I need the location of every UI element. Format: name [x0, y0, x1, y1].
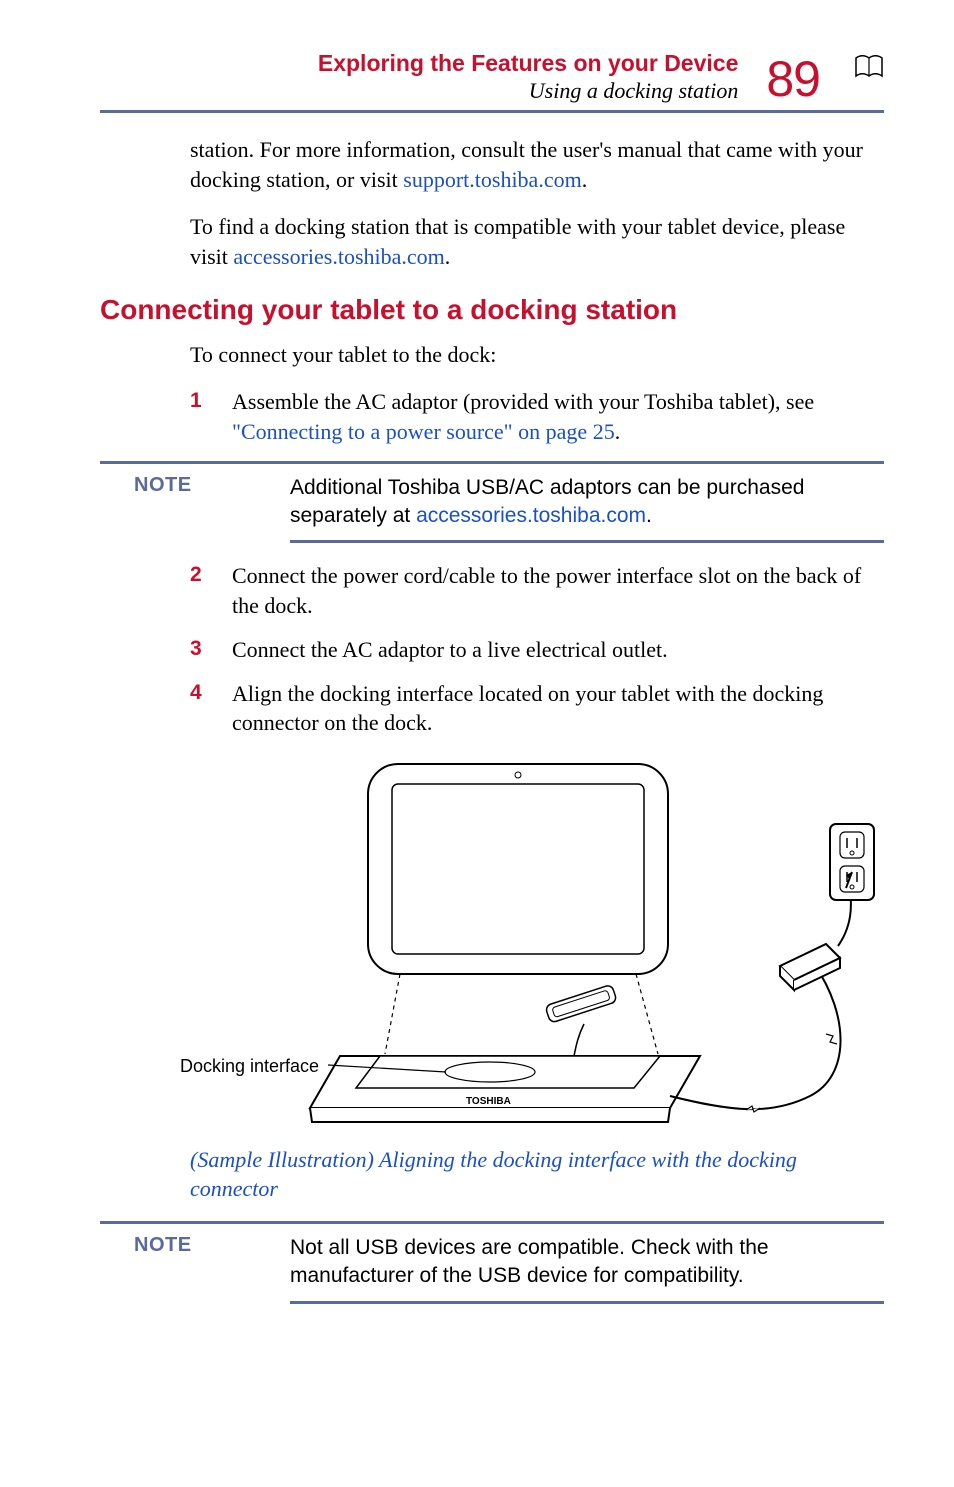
para-continuation: station. For more information, consult t…: [190, 135, 884, 194]
docking-illustration: TOSHIBA: [190, 756, 884, 1136]
text-run: .: [646, 504, 652, 527]
step-number: 3: [190, 635, 232, 665]
text-run: .: [582, 167, 588, 192]
step-number: 2: [190, 561, 232, 620]
note-rule-top: [100, 461, 884, 464]
section-title: Using a docking station: [318, 78, 739, 104]
heading-connecting-tablet: Connecting your tablet to a docking stat…: [100, 294, 884, 326]
step-text: Align the docking interface located on y…: [232, 679, 884, 738]
link-accessories-toshiba[interactable]: accessories.toshiba.com: [233, 244, 444, 269]
note-text: Additional Toshiba USB/AC adaptors can b…: [290, 474, 884, 531]
callout-docking-interface: Docking interface: [180, 1056, 319, 1077]
text-run: Assemble the AC adaptor (provided with y…: [232, 389, 814, 414]
text-run: .: [445, 244, 451, 269]
chapter-title: Exploring the Features on your Device: [318, 50, 739, 78]
step-1: 1 Assemble the AC adaptor (provided with…: [190, 387, 884, 446]
figure-docking: Docking interface TOSHIBA: [190, 756, 884, 1136]
figure-caption: (Sample Illustration) Aligning the docki…: [190, 1146, 884, 1203]
link-accessories-toshiba-note[interactable]: accessories.toshiba.com: [416, 504, 646, 527]
step-2: 2 Connect the power cord/cable to the po…: [190, 561, 884, 620]
note-label: NOTE: [100, 1234, 290, 1257]
note-rule-top: [100, 1221, 884, 1224]
step-number: 4: [190, 679, 232, 738]
step-number: 1: [190, 387, 232, 446]
step-text: Assemble the AC adaptor (provided with y…: [232, 387, 884, 446]
header-rule: [100, 110, 884, 113]
running-header: Exploring the Features on your Device Us…: [100, 50, 884, 104]
note-rule-bottom: [290, 540, 884, 543]
page-number: 89: [766, 54, 820, 104]
header-titles: Exploring the Features on your Device Us…: [318, 50, 739, 104]
step-3: 3 Connect the AC adaptor to a live elect…: [190, 635, 884, 665]
link-support-toshiba[interactable]: support.toshiba.com: [403, 167, 581, 192]
book-icon: [854, 54, 884, 88]
text-run: .: [615, 419, 621, 444]
note-label: NOTE: [100, 474, 290, 497]
note-adaptors: NOTE Additional Toshiba USB/AC adaptors …: [100, 461, 884, 544]
step-text: Connect the power cord/cable to the powe…: [232, 561, 884, 620]
note-usb-compat: NOTE Not all USB devices are compatible.…: [100, 1221, 884, 1304]
note-rule-bottom: [290, 1301, 884, 1304]
para-find-dock: To find a docking station that is compat…: [190, 212, 884, 271]
svg-text:TOSHIBA: TOSHIBA: [466, 1096, 511, 1107]
link-connecting-power-source[interactable]: "Connecting to a power source" on page 2…: [232, 419, 615, 444]
intro-text: To connect your tablet to the dock:: [190, 340, 884, 370]
step-text: Connect the AC adaptor to a live electri…: [232, 635, 884, 665]
step-4: 4 Align the docking interface located on…: [190, 679, 884, 738]
note-text: Not all USB devices are compatible. Chec…: [290, 1234, 884, 1291]
